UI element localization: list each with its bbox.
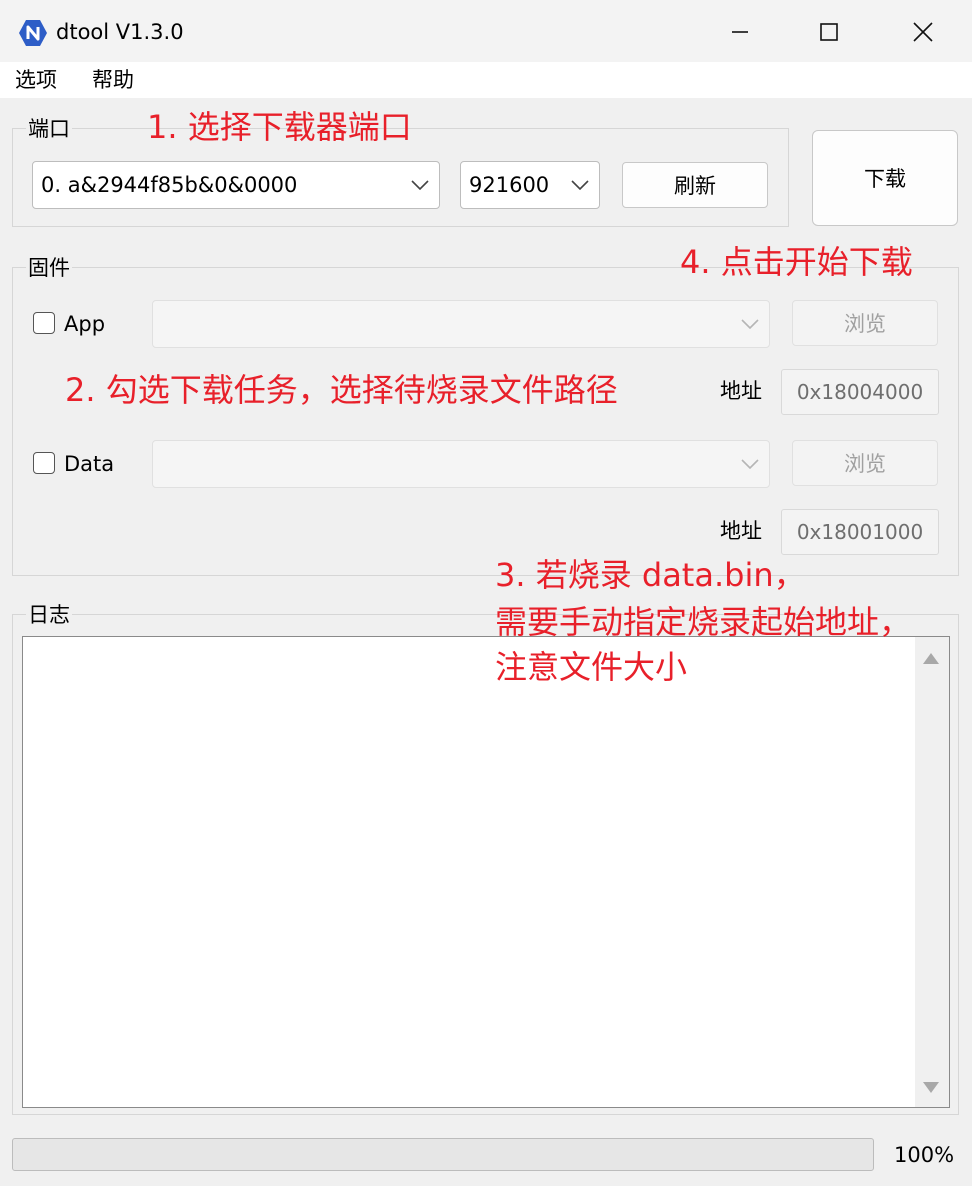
scroll-down-arrow-icon[interactable] xyxy=(922,1081,940,1095)
annotation-step-1: 1. 选择下载器端口 xyxy=(147,108,412,146)
close-button[interactable] xyxy=(900,14,946,50)
port-select-value: 0. a&2944f85b&0&0000 xyxy=(41,173,298,197)
baud-select-value: 921600 xyxy=(469,173,550,197)
chevron-down-icon xyxy=(741,319,759,329)
maximize-button[interactable] xyxy=(806,14,852,50)
refresh-button[interactable]: 刷新 xyxy=(622,162,768,208)
chevron-down-icon xyxy=(571,180,589,190)
annotation-step-3-line-2: 需要手动指定烧录起始地址， xyxy=(495,603,912,641)
port-group-label: 端口 xyxy=(26,116,72,142)
data-address-label: 地址 xyxy=(720,519,762,543)
app-logo-icon xyxy=(19,20,47,46)
firmware-group-label: 固件 xyxy=(26,255,72,281)
port-select[interactable]: 0. a&2944f85b&0&0000 xyxy=(32,161,440,209)
chevron-down-icon xyxy=(741,459,759,469)
log-textarea[interactable] xyxy=(22,636,950,1108)
app-checkbox[interactable] xyxy=(33,312,55,334)
data-browse-button[interactable]: 浏览 xyxy=(792,440,938,486)
app-checkbox-label: App xyxy=(64,312,106,336)
window-title: dtool V1.3.0 xyxy=(56,20,184,44)
annotation-step-2: 2. 勾选下载任务，选择待烧录文件路径 xyxy=(65,371,618,409)
minimize-icon xyxy=(732,31,748,33)
app-browse-button[interactable]: 浏览 xyxy=(792,300,938,346)
progress-bar xyxy=(12,1138,874,1171)
annotation-step-4: 4. 点击开始下载 xyxy=(680,243,913,281)
minimize-button[interactable] xyxy=(717,14,763,50)
data-path-select[interactable] xyxy=(152,440,770,488)
progress-text: 100% xyxy=(894,1143,955,1167)
log-group-label: 日志 xyxy=(26,602,72,628)
download-button[interactable]: 下载 xyxy=(812,130,958,226)
data-address-field[interactable]: 0x18001000 xyxy=(781,509,939,555)
baud-select[interactable]: 921600 xyxy=(460,161,600,209)
menu-help[interactable]: 帮助 xyxy=(92,66,134,94)
app-address-label: 地址 xyxy=(720,379,762,403)
menu-options[interactable]: 选项 xyxy=(15,66,57,94)
menu-bar xyxy=(0,62,972,98)
close-icon xyxy=(913,22,933,42)
log-scrollbar[interactable] xyxy=(915,637,949,1107)
data-checkbox-label: Data xyxy=(64,452,115,476)
scroll-up-arrow-icon[interactable] xyxy=(922,651,940,665)
app-address-field[interactable]: 0x18004000 xyxy=(781,369,939,415)
data-checkbox[interactable] xyxy=(33,452,55,474)
app-path-select[interactable] xyxy=(152,300,770,348)
annotation-step-3-line-3: 注意文件大小 xyxy=(495,648,688,686)
annotation-step-3-line-1: 3. 若烧录 data.bin， xyxy=(495,556,806,594)
chevron-down-icon xyxy=(411,180,429,190)
maximize-icon xyxy=(820,23,838,41)
